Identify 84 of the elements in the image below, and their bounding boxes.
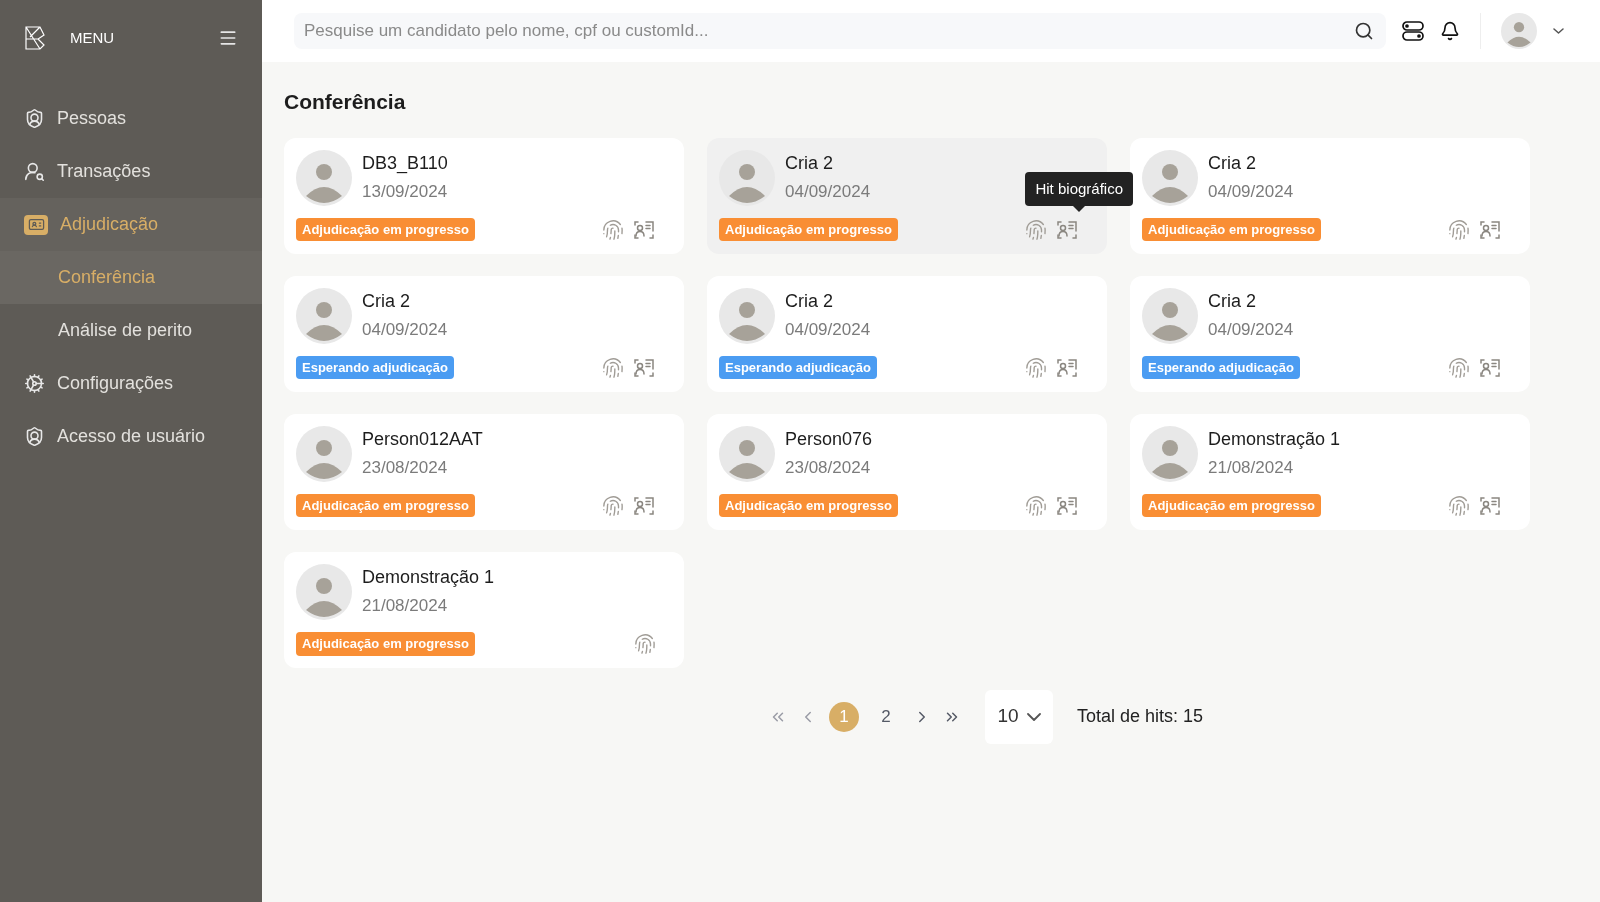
shield-user-icon: [24, 108, 45, 129]
candidate-card[interactable]: Demonstração 1 21/08/2024 Adjudicação em progresso: [284, 551, 684, 668]
candidate-name: Cria 2: [1208, 152, 1257, 176]
status-badge: Adjudicação em progresso: [719, 493, 898, 518]
avatar-icon: [719, 149, 775, 206]
page-size-select[interactable]: 10: [984, 689, 1053, 744]
tooltip: Hit biográfico: [1025, 171, 1133, 212]
candidate-date: 23/08/2024: [785, 457, 872, 480]
fingerprint-icon[interactable]: [1448, 494, 1470, 517]
page-title: Conferência: [284, 89, 407, 115]
nav-item[interactable]: Acesso de usuário: [0, 410, 262, 463]
candidate-card[interactable]: Demonstração 1 21/08/2024 Adjudicação em progresso: [1130, 413, 1530, 530]
fingerprint-icon[interactable]: [1448, 356, 1470, 379]
avatar-icon: [1142, 425, 1198, 482]
page-button[interactable]: 2: [870, 701, 901, 732]
nav-item[interactable]: Pessoas: [0, 92, 262, 145]
avatar-icon: [1142, 287, 1198, 344]
fingerprint-icon[interactable]: [1025, 494, 1047, 517]
logo-icon: [24, 25, 46, 51]
avatar-icon: [296, 425, 352, 482]
id-card-icon: [27, 216, 45, 233]
candidate-card[interactable]: Cria 2 04/09/2024 Esperando adjudicação: [707, 275, 1107, 392]
candidate-date: 04/09/2024: [362, 319, 448, 342]
fingerprint-icon[interactable]: [634, 632, 656, 655]
status-badge: Esperando adjudicação: [296, 355, 454, 380]
candidate-name: Demonstração 1: [1208, 428, 1341, 452]
candidate-card[interactable]: Cria 2 04/09/2024 Esperando adjudicação: [1130, 275, 1530, 392]
candidate-card[interactable]: Person012AAT 23/08/2024 Adjudicação em progresso: [284, 413, 684, 530]
candidate-card[interactable]: DB3_B110 13/09/2024 Adjudicação em progresso: [284, 137, 684, 254]
user-search-icon: [24, 161, 45, 182]
status-badge: Adjudicação em progresso: [1142, 493, 1321, 518]
chevron-down-icon[interactable]: [1553, 28, 1564, 34]
candidate-name: Cria 2: [785, 290, 834, 314]
candidate-card[interactable]: Cria 2 04/09/2024 Esperando adjudicação: [284, 275, 684, 392]
candidate-name: Person012AAT: [362, 428, 483, 452]
status-badge: Esperando adjudicação: [1142, 355, 1300, 380]
avatar-icon: [719, 425, 775, 482]
candidate-date: 04/09/2024: [1208, 319, 1294, 342]
candidate-name: Demonstração 1: [362, 566, 495, 590]
status-badge: Adjudicação em progresso: [1142, 217, 1321, 242]
candidate-name: Cria 2: [362, 290, 411, 314]
fingerprint-icon[interactable]: [602, 218, 624, 241]
status-badge: Adjudicação em progresso: [296, 217, 475, 242]
menu-title: MENU: [70, 27, 116, 48]
avatar-icon: [296, 287, 352, 344]
status-badge: Esperando adjudicação: [719, 355, 877, 380]
search-field[interactable]: Pesquise um candidato pelo nome, cpf ou customId...: [294, 13, 1386, 49]
chevron-down-icon: [1026, 712, 1041, 721]
avatar-icon: [719, 287, 775, 344]
fingerprint-icon[interactable]: [602, 356, 624, 379]
shield-user-icon: [24, 426, 45, 447]
candidate-card[interactable]: Person076 23/08/2024 Adjudicação em progresso: [707, 413, 1107, 530]
avatar-icon: [296, 149, 352, 206]
candidate-date: 13/09/2024: [362, 181, 448, 204]
candidate-name: Cria 2: [785, 152, 834, 176]
candidate-name: DB3_B110: [362, 152, 448, 176]
bell-icon[interactable]: [1440, 21, 1460, 41]
candidate-date: 23/08/2024: [362, 457, 449, 480]
toggle-icon[interactable]: [1402, 20, 1424, 42]
candidate-date: 04/09/2024: [1208, 181, 1294, 204]
avatar-icon: [1142, 149, 1198, 206]
candidate-date: 04/09/2024: [785, 181, 871, 204]
nav-subitem[interactable]: Análise de perito: [0, 304, 262, 357]
avatar-icon: [296, 563, 352, 620]
nav-item[interactable]: Transações: [0, 145, 262, 198]
status-badge: Adjudicação em progresso: [719, 217, 898, 242]
gear-icon: [24, 373, 45, 394]
fingerprint-icon[interactable]: [1025, 218, 1047, 241]
menu-icon[interactable]: [218, 28, 238, 48]
candidate-date: 21/08/2024: [1208, 457, 1295, 480]
search-icon[interactable]: [1354, 21, 1374, 41]
candidate-date: 21/08/2024: [362, 595, 449, 618]
candidate-card[interactable]: Cria 2 04/09/2024 Adjudicação em progresso: [1130, 137, 1530, 254]
candidate-date: 04/09/2024: [785, 319, 871, 342]
total-hits: Total de hits: 15: [1076, 705, 1204, 728]
candidate-name: Person076: [785, 428, 873, 452]
avatar-icon: [1501, 13, 1537, 49]
fingerprint-icon[interactable]: [1448, 218, 1470, 241]
fingerprint-icon[interactable]: [1025, 356, 1047, 379]
nav-item[interactable]: Configurações: [0, 357, 262, 410]
status-badge: Adjudicação em progresso: [296, 632, 475, 656]
status-badge: Adjudicação em progresso: [296, 493, 475, 518]
fingerprint-icon[interactable]: [602, 494, 624, 517]
candidate-name: Cria 2: [1208, 290, 1257, 314]
